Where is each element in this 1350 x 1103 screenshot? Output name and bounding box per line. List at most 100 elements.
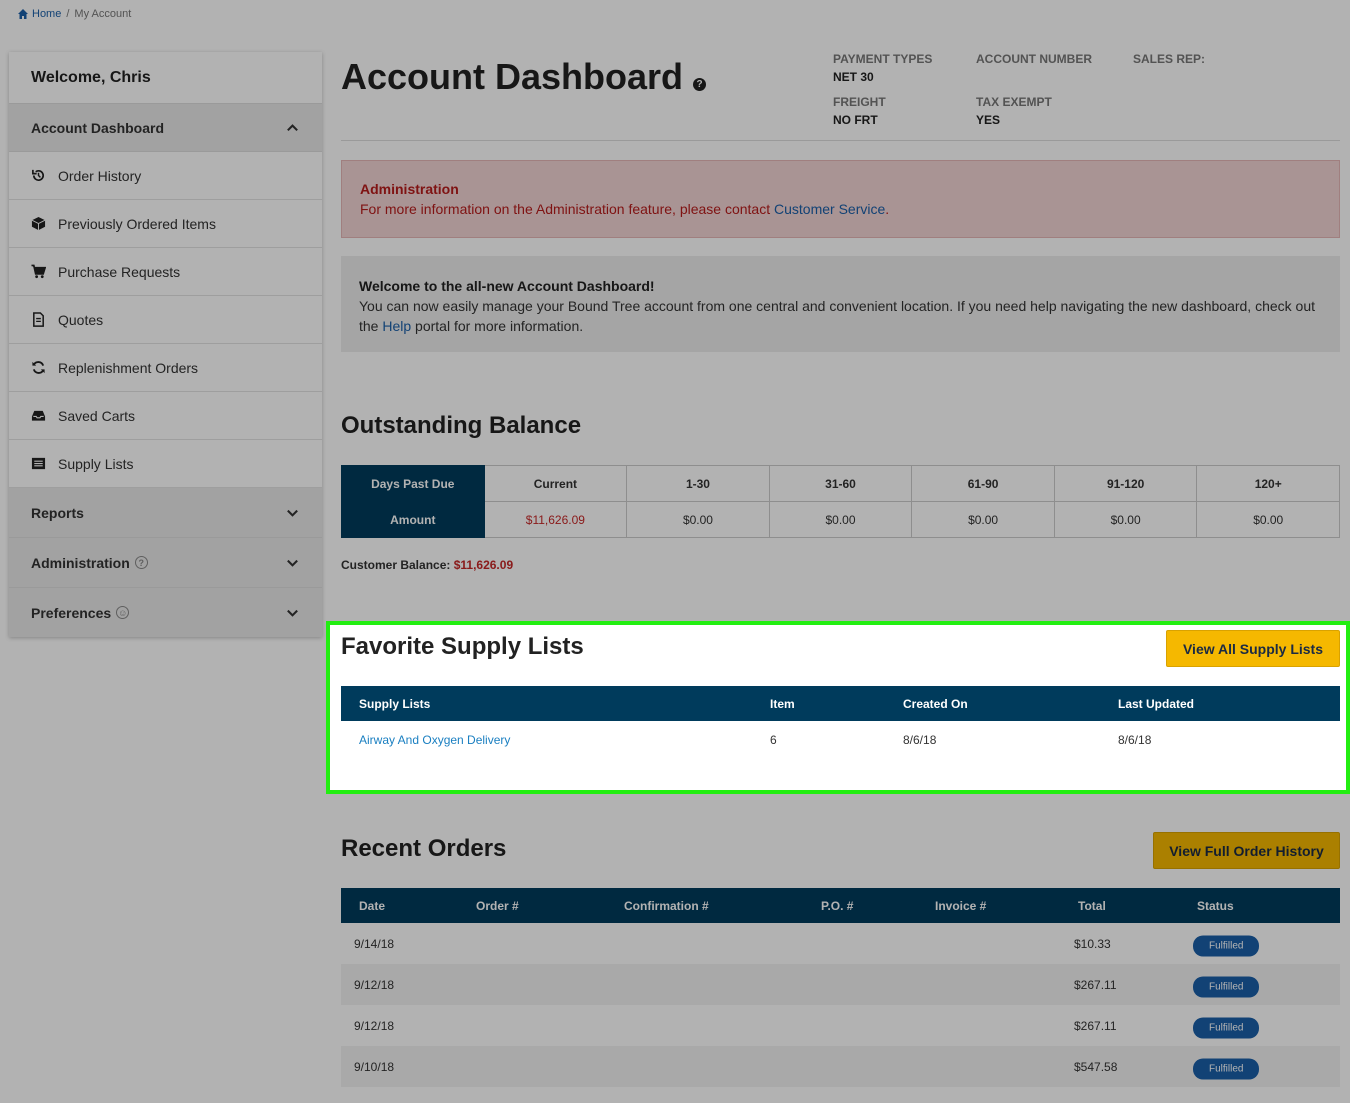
column-header[interactable]: Status	[1197, 899, 1234, 913]
column-header[interactable]: Invoice #	[935, 899, 986, 913]
tax-exempt-label: TAX EXEMPT	[976, 95, 1052, 109]
balance-amount-cell: $0.00	[1196, 501, 1340, 538]
column-header[interactable]: Confirmation #	[624, 899, 709, 913]
tax-exempt-value: YES	[976, 113, 1001, 127]
recent-orders-table: Date Order # Confirmation # P.O. # Invoi…	[341, 888, 1340, 1087]
sidebar-item-purchase-requests[interactable]: Purchase Requests	[9, 248, 322, 296]
breadcrumb-current: My Account	[74, 8, 132, 20]
breadcrumb: Home / My Account	[17, 8, 131, 20]
sidebar-section-label-wrap: Administration ?	[31, 555, 148, 571]
sidebar: Welcome, Chris Account Dashboard Order H…	[9, 52, 322, 637]
help-link[interactable]: Help	[382, 318, 411, 334]
table-row[interactable]: 9/12/18 $267.11 Fulfilled	[341, 964, 1340, 1005]
sidebar-item-saved-carts[interactable]: Saved Carts	[9, 392, 322, 440]
order-date: 9/12/18	[354, 977, 395, 992]
supply-list-item-count: 6	[770, 732, 777, 747]
sidebar-section-label: Preferences	[31, 604, 112, 621]
sidebar-section-administration[interactable]: Administration ?	[9, 538, 322, 588]
sidebar-item-supply-lists[interactable]: Supply Lists	[9, 440, 322, 488]
sidebar-item-replenishment-orders[interactable]: Replenishment Orders	[9, 344, 322, 392]
recent-orders-table-header: Date Order # Confirmation # P.O. # Invoi…	[341, 888, 1340, 923]
sidebar-section-account-dashboard[interactable]: Account Dashboard	[9, 104, 322, 152]
table-row[interactable]: 9/14/18 $10.33 Fulfilled	[341, 923, 1340, 964]
page-title: Account Dashboard ?	[341, 56, 707, 98]
chevron-up-icon	[287, 124, 298, 132]
column-header[interactable]: Supply Lists	[359, 697, 430, 711]
sidebar-item-previously-ordered[interactable]: Previously Ordered Items	[9, 200, 322, 248]
sidebar-item-label: Supply Lists	[58, 455, 134, 472]
balance-column-header: 91-120	[1053, 465, 1198, 502]
column-header[interactable]: Date	[359, 899, 385, 913]
sidebar-item-label: Order History	[58, 167, 142, 184]
table-row[interactable]: 9/12/18 $267.11 Fulfilled	[341, 1005, 1340, 1046]
balance-amount-cell: $0.00	[1053, 501, 1198, 538]
sales-rep-label: SALES REP:	[1133, 52, 1206, 66]
order-total: $267.11	[1074, 1018, 1117, 1033]
status-badge: Fulfilled	[1193, 1058, 1260, 1079]
customer-balance-label: Customer Balance:	[341, 558, 451, 572]
sidebar-item-label: Previously Ordered Items	[58, 215, 216, 232]
list-icon	[31, 457, 46, 470]
sidebar-item-label: Purchase Requests	[58, 263, 181, 280]
days-past-due-header: Days Past Due	[341, 465, 485, 502]
status-badge: Fulfilled	[1193, 976, 1260, 997]
balance-amount-cell: $0.00	[768, 501, 913, 538]
view-full-order-history-button[interactable]: View Full Order History	[1153, 832, 1340, 869]
sidebar-item-label: Saved Carts	[58, 407, 136, 424]
outstanding-balance-title: Outstanding Balance	[341, 412, 582, 439]
column-header[interactable]: P.O. #	[821, 899, 853, 913]
sales-rep: SALES REP:	[1133, 52, 1205, 66]
customer-service-link[interactable]: Customer Service	[774, 201, 885, 217]
refresh-icon	[32, 361, 45, 374]
sidebar-section-label: Administration	[31, 554, 130, 571]
outstanding-balance-table: Days Past Due Current 1-30 31-60 61-90 9…	[341, 465, 1340, 538]
sidebar-item-order-history[interactable]: Order History	[9, 152, 322, 200]
view-all-supply-lists-button[interactable]: View All Supply Lists	[1166, 630, 1340, 667]
balance-amount-cell: $0.00	[626, 501, 770, 538]
order-date: 9/14/18	[354, 936, 395, 951]
sidebar-section-reports[interactable]: Reports	[9, 488, 322, 538]
column-header[interactable]: Item	[770, 697, 795, 711]
order-total: $10.33	[1074, 936, 1111, 951]
page-title-text: Account Dashboard	[341, 56, 684, 97]
help-icon[interactable]: ?	[134, 556, 148, 569]
freight: FREIGHT NO FRT	[833, 95, 886, 127]
balance-amount-row: Amount $11,626.09 $0.00 $0.00 $0.00 $0.0…	[341, 501, 1340, 538]
order-total: $267.11	[1074, 977, 1117, 992]
breadcrumb-separator: /	[66, 8, 70, 20]
status-badge: Fulfilled	[1193, 1017, 1260, 1038]
sidebar-section-preferences[interactable]: Preferences ☺	[9, 588, 322, 637]
history-icon	[32, 169, 45, 182]
freight-value: NO FRT	[833, 113, 878, 127]
payment-types: PAYMENT TYPES NET 30	[833, 52, 932, 84]
balance-column-header: 120+	[1196, 465, 1340, 502]
freight-label: FREIGHT	[833, 95, 886, 109]
column-header[interactable]: Total	[1078, 899, 1106, 913]
administration-alert-end: .	[885, 201, 890, 217]
table-row[interactable]: 9/10/18 $547.58 Fulfilled	[341, 1046, 1340, 1087]
table-row: Airway And Oxygen Delivery 6 8/6/18 8/6/…	[341, 721, 1340, 758]
favorite-supply-lists-title: Favorite Supply Lists	[341, 633, 584, 660]
column-header[interactable]: Order #	[476, 899, 519, 913]
inbox-icon	[31, 410, 46, 421]
order-total: $547.58	[1074, 1059, 1118, 1074]
administration-alert: Administration For more information on t…	[341, 160, 1340, 238]
supply-list-created-on: 8/6/18	[903, 732, 937, 747]
dim-overlay-left	[0, 621, 326, 794]
payment-types-value: NET 30	[833, 70, 874, 84]
supply-list-link[interactable]: Airway And Oxygen Delivery	[359, 733, 510, 747]
recent-orders-title: Recent Orders	[341, 835, 507, 862]
welcome-alert-body: You can now easily manage your Bound Tre…	[359, 296, 1322, 336]
order-date: 9/10/18	[354, 1059, 395, 1074]
sidebar-section-label: Account Dashboard	[31, 119, 165, 136]
chevron-down-icon	[287, 609, 298, 617]
supply-lists-table: Supply Lists Item Created On Last Update…	[341, 686, 1340, 758]
order-date: 9/12/18	[354, 1018, 395, 1033]
help-icon[interactable]: ?	[693, 77, 707, 91]
breadcrumb-home-link[interactable]: Home	[17, 8, 61, 20]
supply-lists-table-header: Supply Lists Item Created On Last Update…	[341, 686, 1340, 721]
column-header[interactable]: Created On	[903, 697, 968, 711]
sidebar-item-quotes[interactable]: Quotes	[9, 296, 322, 344]
payment-types-label: PAYMENT TYPES	[833, 52, 933, 66]
column-header[interactable]: Last Updated	[1118, 697, 1194, 711]
